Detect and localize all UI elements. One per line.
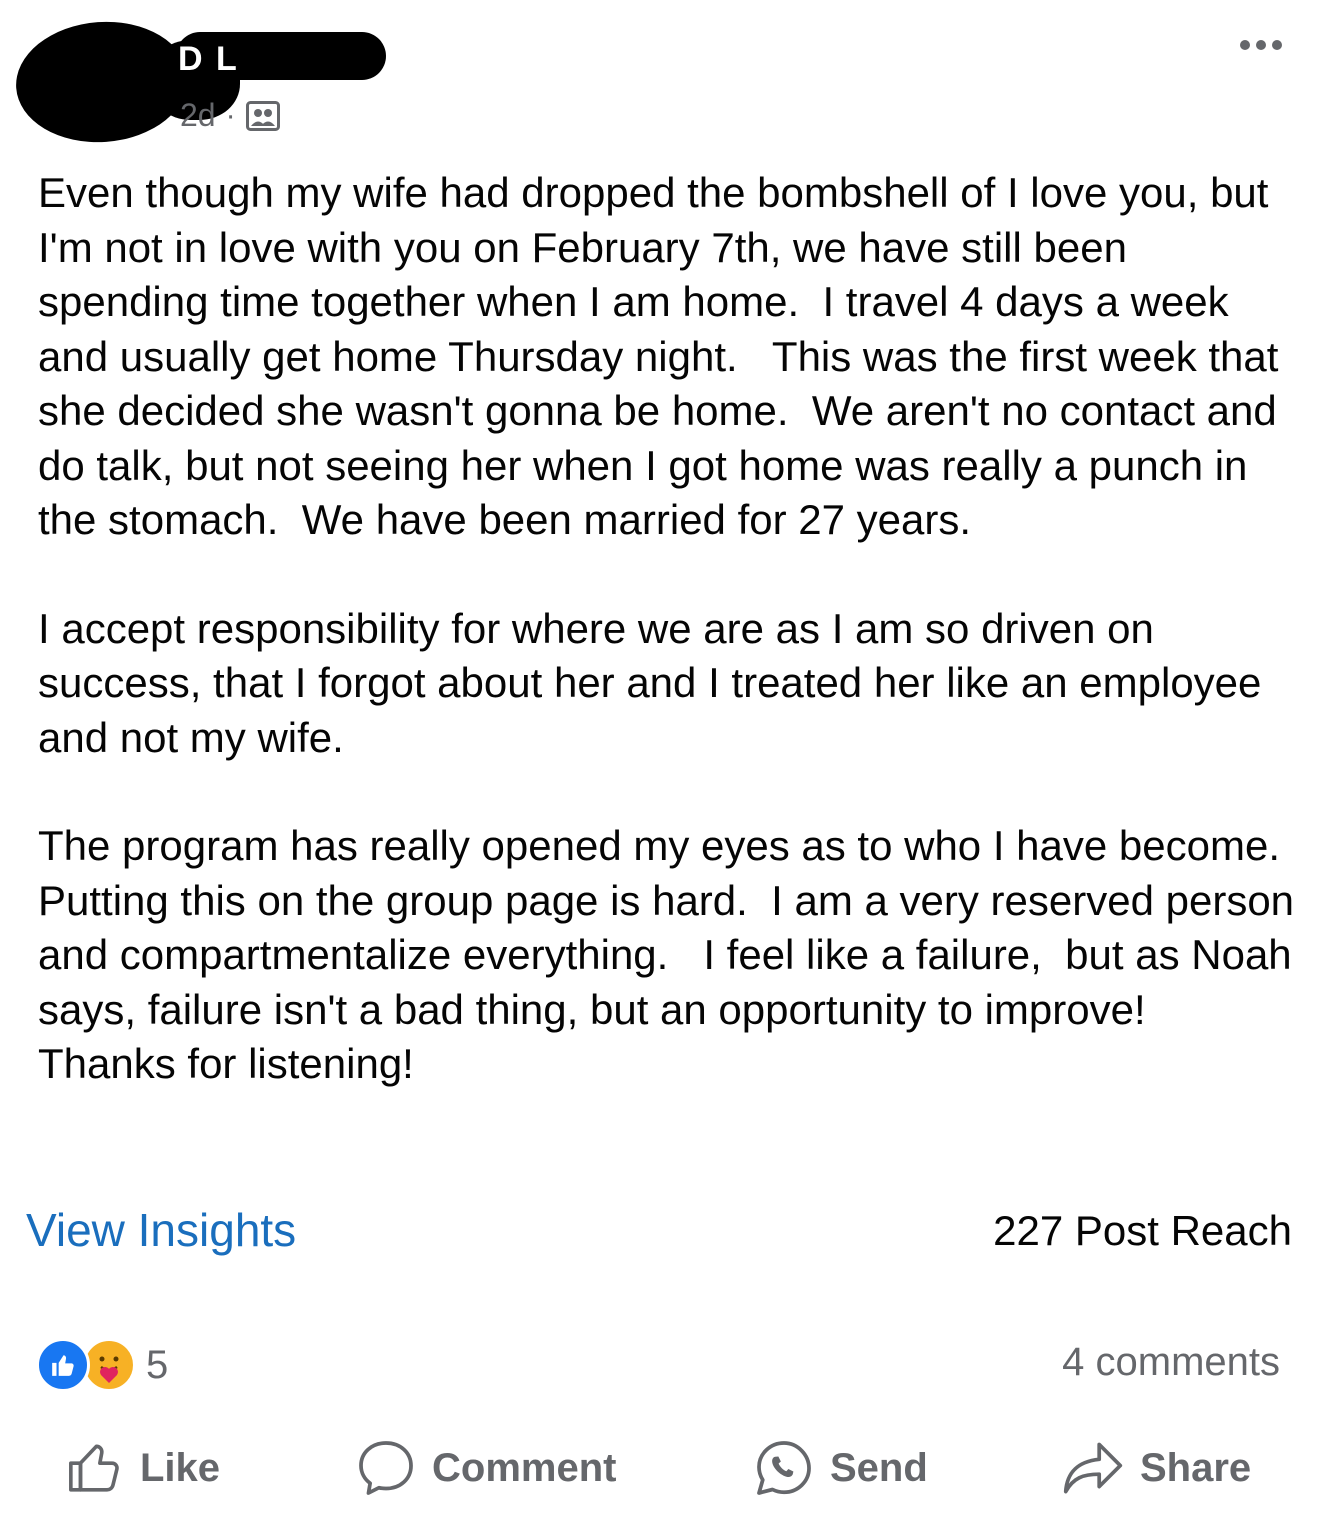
post-time[interactable]: 2d: [180, 97, 216, 134]
post-text: Even though my wife had dropped the bomb…: [38, 166, 1298, 1146]
reactions-summary[interactable]: 5: [36, 1338, 168, 1392]
view-insights-link[interactable]: View Insights: [26, 1203, 296, 1257]
post-paragraph-1: Even though my wife had dropped the bomb…: [38, 169, 1291, 543]
like-button[interactable]: Like: [66, 1432, 220, 1504]
comments-count[interactable]: 4 comments: [1062, 1340, 1280, 1385]
more-horizontal-icon[interactable]: [1240, 40, 1282, 50]
author-name[interactable]: D L: [178, 40, 239, 79]
share-arrow-icon: [1062, 1439, 1124, 1497]
thumbs-up-icon: [66, 1439, 124, 1497]
share-label: Share: [1140, 1445, 1252, 1490]
whatsapp-icon: [754, 1438, 814, 1498]
like-reaction-icon: [36, 1338, 90, 1392]
like-label: Like: [140, 1445, 221, 1490]
comment-label: Comment: [432, 1445, 617, 1490]
post-reach: 227 Post Reach: [993, 1207, 1292, 1254]
action-bar: Like Comment Send Share: [0, 1432, 1320, 1504]
comment-button[interactable]: Comment: [356, 1432, 616, 1504]
group-icon: [245, 100, 280, 131]
post-meta: 2d ·: [180, 97, 280, 134]
meta-separator: ·: [225, 98, 236, 132]
share-button[interactable]: Share: [1062, 1432, 1251, 1504]
send-label: Send: [830, 1445, 928, 1490]
reaction-count: 5: [146, 1342, 169, 1387]
send-button[interactable]: Send: [754, 1432, 928, 1504]
comment-bubble-icon: [356, 1438, 416, 1498]
post-paragraph-2: I accept responsibility for where we are…: [38, 604, 1274, 761]
care-reaction-icon: [82, 1338, 136, 1392]
post-paragraph-3: The program has really opened my eyes as…: [38, 822, 1316, 1087]
